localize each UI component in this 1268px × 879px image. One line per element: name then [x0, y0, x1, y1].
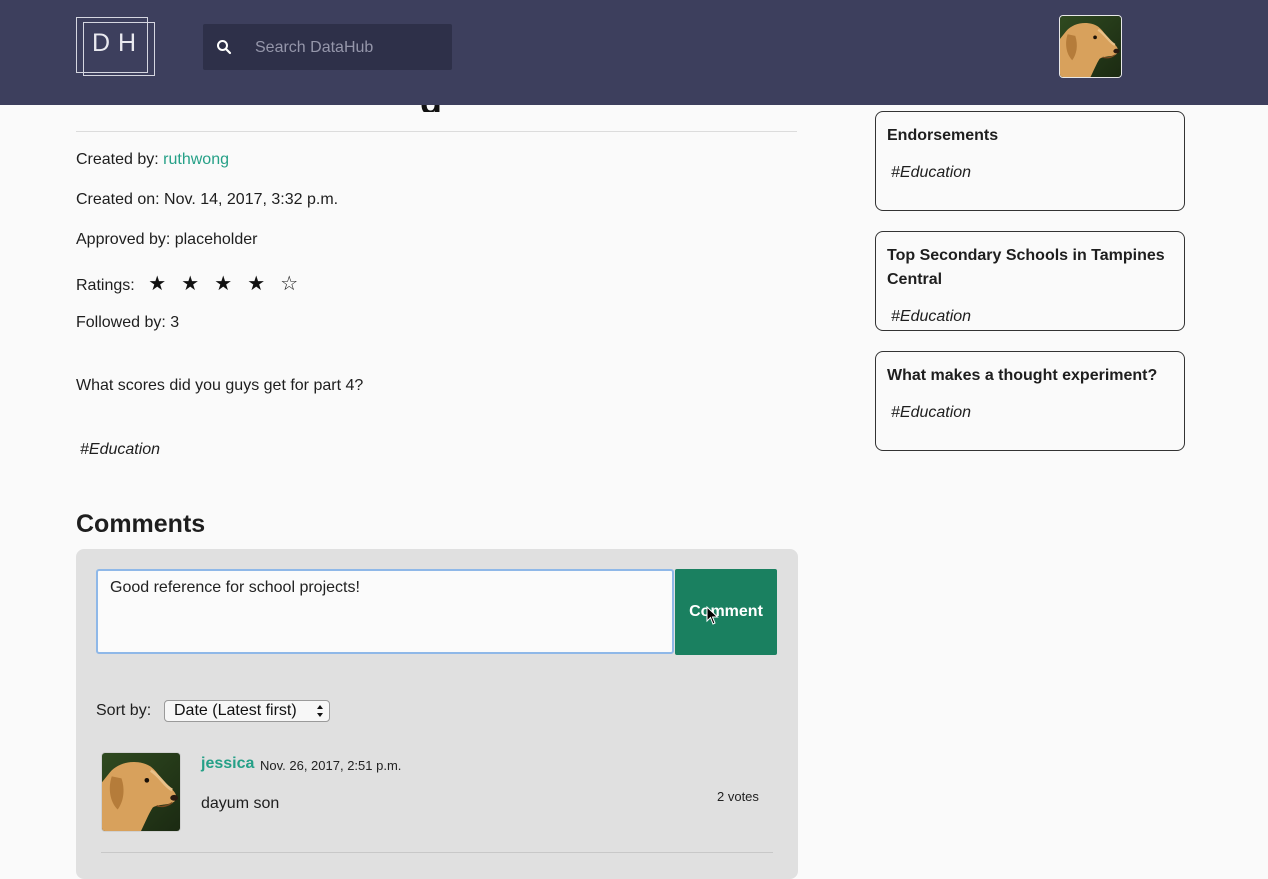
related-card-endorsements[interactable]: Endorsements #Education — [875, 111, 1185, 211]
star-filled-icon[interactable]: ★ — [178, 271, 202, 296]
select-arrows-icon — [317, 705, 323, 717]
title-divider — [76, 131, 797, 132]
created-on: Created on: Nov. 14, 2017, 3:32 p.m. — [76, 191, 339, 208]
search-icon — [217, 40, 232, 55]
ratings-label: Ratings: — [76, 277, 135, 294]
post-question: What scores did you guys get for part 4? — [76, 377, 364, 394]
comment-votes[interactable]: 2 votes — [717, 789, 759, 804]
card-tag[interactable]: #Education — [891, 308, 971, 326]
card-tag[interactable]: #Education — [891, 404, 971, 422]
search-input[interactable] — [253, 35, 447, 61]
card-tag[interactable]: #Education — [891, 164, 971, 182]
card-title: Endorsements — [887, 127, 999, 144]
sort-label: Sort by: — [96, 702, 152, 719]
mouse-cursor-icon — [706, 606, 719, 625]
datahub-logo[interactable]: DH — [76, 17, 155, 76]
comments-heading: Comments — [76, 510, 206, 538]
user-avatar[interactable] — [1059, 15, 1122, 78]
created-by-row: Created by: ruthwong — [76, 151, 229, 169]
comment-date: Nov. 26, 2017, 2:51 p.m. — [260, 758, 402, 773]
star-filled-icon[interactable]: ★ — [244, 271, 268, 296]
star-empty-icon[interactable]: ☆ — [277, 271, 301, 296]
commenter-avatar[interactable] — [101, 752, 181, 832]
card-title: Top Secondary Schools in Tampines Centra… — [887, 247, 1165, 288]
post-tag[interactable]: #Education — [80, 441, 160, 459]
approved-by: Approved by: placeholder — [76, 231, 258, 248]
comment-item: jessica Nov. 26, 2017, 2:51 p.m. dayum s… — [101, 752, 761, 832]
sort-selected-value: Date (Latest first) — [174, 702, 297, 719]
created-by-label: Created by: — [76, 151, 159, 168]
commenter-username[interactable]: jessica — [201, 755, 254, 773]
star-filled-icon[interactable]: ★ — [145, 271, 169, 296]
comments-panel: Comment Sort by: Date (Latest first) jes… — [76, 549, 798, 879]
comment-submit-button[interactable]: Comment — [675, 569, 777, 655]
user-avatar-image — [1060, 16, 1121, 77]
ratings-row: Ratings: ★ ★ ★ ★ ☆ — [76, 271, 310, 296]
sort-dropdown[interactable]: Date (Latest first) — [164, 700, 330, 722]
related-card-thought-experiment[interactable]: What makes a thought experiment? #Educat… — [875, 351, 1185, 451]
card-title: What makes a thought experiment? — [887, 367, 1158, 384]
star-filled-icon[interactable]: ★ — [211, 271, 235, 296]
search-bar[interactable] — [203, 24, 452, 70]
comment-divider — [101, 852, 773, 853]
related-card-top-secondary-schools[interactable]: Top Secondary Schools in Tampines Centra… — [875, 231, 1185, 331]
created-by-user-link[interactable]: ruthwong — [163, 151, 229, 168]
top-navbar: DH — [0, 0, 1268, 105]
comment-textarea[interactable] — [96, 569, 674, 654]
logo-text: DH — [91, 29, 145, 57]
rating-stars[interactable]: ★ ★ ★ ★ ☆ — [145, 271, 310, 296]
comment-text: dayum son — [201, 795, 280, 812]
followed-by: Followed by: 3 — [76, 314, 180, 331]
commenter-avatar-image — [102, 753, 180, 831]
